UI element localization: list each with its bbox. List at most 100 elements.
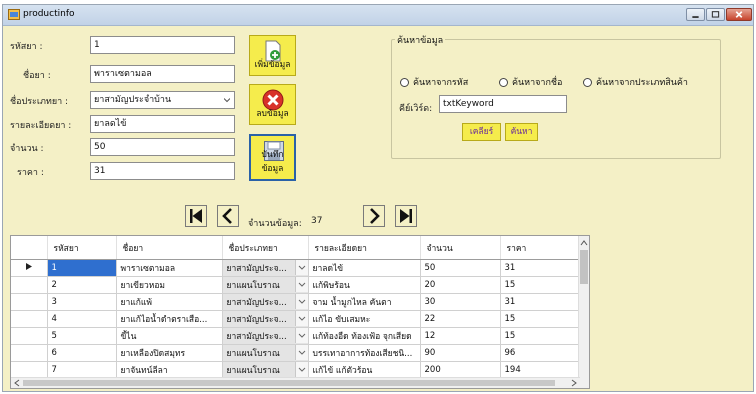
row-header[interactable] (11, 327, 48, 345)
cell-type[interactable]: ยาสามัญประจ... (222, 310, 309, 328)
table-row[interactable]: 7 ยาจันทน์ลีลา ยาแผนโบราณ แก้ไข้ แก้ตัวร้อน… (11, 361, 581, 379)
close-button[interactable] (726, 8, 752, 21)
cell-quantity[interactable]: 22 (420, 310, 501, 328)
cell-dropdown-button[interactable] (294, 294, 307, 309)
cell-detail[interactable]: แก้ไข้ แก้ตัวร้อน (308, 361, 421, 379)
table-row[interactable]: 5 ขี้ไน ยาสามัญประจ... แก้ท้องอืด ท้องเฟ้อ … (11, 327, 581, 345)
cell-price[interactable]: 96 (500, 344, 581, 362)
cell-name[interactable]: ยาแก้แพ้ (116, 293, 223, 311)
row-header[interactable] (11, 293, 48, 311)
horizontal-scrollbar[interactable] (11, 377, 580, 388)
vertical-scrollbar[interactable] (578, 236, 589, 379)
column-header-id[interactable]: รหัสยา (47, 236, 117, 260)
save-button[interactable]: บันทึกข้อมูล (249, 134, 296, 181)
detail-field[interactable]: ยาลดไข้ (90, 115, 235, 133)
cell-quantity[interactable]: 200 (420, 361, 501, 379)
cell-name[interactable]: ยาแก้ไอน้ำดำตราเสือ... (116, 310, 223, 328)
cell-type[interactable]: ยาแผนโบราณ (222, 344, 309, 362)
cell-id[interactable]: 4 (47, 310, 117, 328)
cell-id[interactable]: 3 (47, 293, 117, 311)
previous-record-button[interactable] (217, 205, 239, 227)
product-data-grid[interactable]: รหัสยา ชื่อยา ชื่อประเภทยา รายละเอียดยา … (10, 235, 590, 389)
cell-quantity[interactable]: 90 (420, 344, 501, 362)
cell-detail[interactable]: บรรเทาอาการท้องเสียชนิ... (308, 344, 421, 362)
table-row[interactable]: 1 พาราเซตามอล ยาสามัญประจ... ยาลดไข้ 50 31 (11, 259, 581, 277)
cell-name[interactable]: ยาเหลืองปิดสมุทร (116, 344, 223, 362)
scroll-left-icon (14, 379, 20, 387)
cell-price[interactable]: 15 (500, 276, 581, 294)
cell-dropdown-button[interactable] (294, 328, 307, 343)
type-combobox[interactable]: ยาสามัญประจำบ้าน (90, 91, 235, 109)
cell-id[interactable]: 1 (47, 259, 117, 277)
add-button[interactable]: เพิ่มข้อมูล (249, 35, 296, 76)
cell-id[interactable]: 7 (47, 361, 117, 379)
column-header-quantity[interactable]: จำนวน (420, 236, 501, 260)
column-header-name[interactable]: ชื่อยา (116, 236, 223, 260)
cell-detail[interactable]: แก้พิษร้อน (308, 276, 421, 294)
cell-price[interactable]: 194 (500, 361, 581, 379)
column-header-price[interactable]: ราคา (500, 236, 581, 260)
vertical-scroll-thumb[interactable] (580, 250, 588, 284)
cell-dropdown-button[interactable] (294, 362, 307, 377)
cell-id[interactable]: 2 (47, 276, 117, 294)
cell-quantity[interactable]: 12 (420, 327, 501, 345)
search-button[interactable]: ค้นหา (505, 123, 538, 141)
table-row[interactable]: 3 ยาแก้แพ้ ยาสามัญประจ... จาม น้ำมูกไหล คัน… (11, 293, 581, 311)
row-header[interactable] (11, 310, 48, 328)
cell-quantity[interactable]: 30 (420, 293, 501, 311)
cell-detail[interactable]: แก้ไอ ขับเสมหะ (308, 310, 421, 328)
clear-button[interactable]: เคลียร์ (462, 123, 501, 141)
cell-dropdown-button[interactable] (294, 277, 307, 292)
keyword-input[interactable]: txtKeyword (439, 95, 567, 113)
cell-quantity[interactable]: 50 (420, 259, 501, 277)
radio-search-by-code[interactable]: ค้นหาจากรหัส (400, 75, 468, 89)
cell-price[interactable]: 31 (500, 259, 581, 277)
first-record-button[interactable] (185, 205, 207, 227)
horizontal-scroll-thumb[interactable] (23, 380, 555, 386)
table-row[interactable]: 4 ยาแก้ไอน้ำดำตราเสือ... ยาสามัญประจ... แก้… (11, 310, 581, 328)
cell-quantity[interactable]: 20 (420, 276, 501, 294)
row-header[interactable] (11, 276, 48, 294)
next-record-button[interactable] (363, 205, 385, 227)
cell-type[interactable]: ยาสามัญประจ... (222, 259, 309, 277)
row-header[interactable] (11, 361, 48, 379)
cell-price[interactable]: 15 (500, 310, 581, 328)
quantity-field[interactable]: 50 (90, 138, 235, 156)
maximize-button[interactable] (706, 8, 725, 21)
radio-search-by-type[interactable]: ค้นหาจากประเภทสินค้า (583, 75, 688, 89)
cell-type[interactable]: ยาสามัญประจ... (222, 327, 309, 345)
cell-detail[interactable]: ยาลดไข้ (308, 259, 421, 277)
row-header[interactable] (11, 259, 48, 277)
chevron-down-icon (298, 265, 305, 270)
cell-type[interactable]: ยาแผนโบราณ (222, 276, 309, 294)
table-row[interactable]: 6 ยาเหลืองปิดสมุทร ยาแผนโบราณ บรรเทาอาการท้… (11, 344, 581, 362)
cell-price[interactable]: 15 (500, 327, 581, 345)
cell-dropdown-button[interactable] (294, 345, 307, 360)
cell-price[interactable]: 31 (500, 293, 581, 311)
cell-dropdown-button[interactable] (294, 311, 307, 326)
cell-name[interactable]: ขี้ไน (116, 327, 223, 345)
delete-button[interactable]: ลบข้อมูล (249, 84, 296, 125)
title-bar[interactable]: productinfo (3, 5, 753, 26)
name-field[interactable]: พาราเซตามอล (90, 65, 235, 83)
column-header-type[interactable]: ชื่อประเภทยา (222, 236, 309, 260)
id-field[interactable]: 1 (90, 36, 235, 54)
radio-button-icon (400, 77, 409, 87)
cell-type[interactable]: ยาสามัญประจ... (222, 293, 309, 311)
minimize-button[interactable] (686, 8, 705, 21)
cell-id[interactable]: 6 (47, 344, 117, 362)
cell-name[interactable]: ยาเขียวหอม (116, 276, 223, 294)
cell-name[interactable]: พาราเซตามอล (116, 259, 223, 277)
cell-name[interactable]: ยาจันทน์ลีลา (116, 361, 223, 379)
price-field[interactable]: 31 (90, 162, 235, 180)
cell-detail[interactable]: แก้ท้องอืด ท้องเฟ้อ จุกเสียด (308, 327, 421, 345)
radio-search-by-name[interactable]: ค้นหาจากชื่อ (499, 75, 562, 89)
table-row[interactable]: 2 ยาเขียวหอม ยาแผนโบราณ แก้พิษร้อน 20 15 (11, 276, 581, 294)
row-header[interactable] (11, 344, 48, 362)
last-record-button[interactable] (395, 205, 417, 227)
cell-type[interactable]: ยาแผนโบราณ (222, 361, 309, 379)
cell-id[interactable]: 5 (47, 327, 117, 345)
column-header-detail[interactable]: รายละเอียดยา (308, 236, 421, 260)
cell-dropdown-button[interactable] (294, 260, 307, 275)
cell-detail[interactable]: จาม น้ำมูกไหล คันตา (308, 293, 421, 311)
